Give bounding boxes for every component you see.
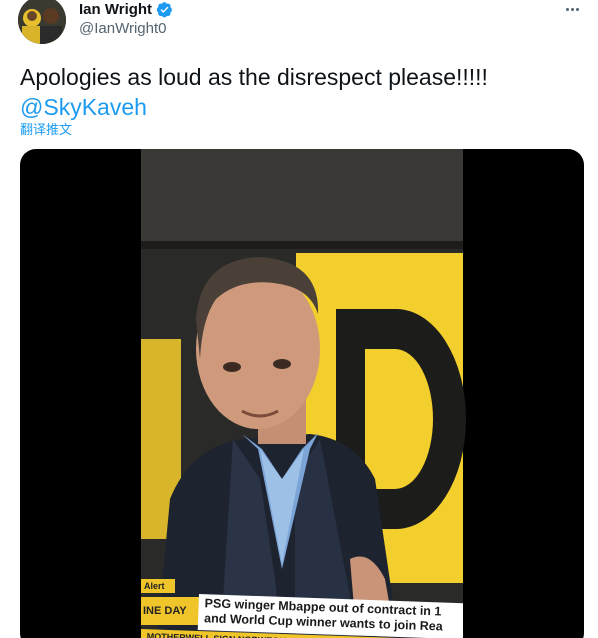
display-name-row: Ian Wright xyxy=(79,0,173,18)
mention-link[interactable]: @SkyKaveh xyxy=(20,92,488,122)
tweet-text: Apologies as loud as the disrespect plea… xyxy=(20,62,488,122)
author-block: Ian Wright @IanWright0 xyxy=(79,0,173,37)
video-frame-image xyxy=(141,149,466,638)
more-options-icon[interactable] xyxy=(560,0,584,18)
author-handle[interactable]: @IanWright0 xyxy=(79,20,173,37)
news-ticker: Alert INE DAY PSG winger Mbappe out of c… xyxy=(141,579,463,638)
author-avatar[interactable] xyxy=(18,0,66,44)
translate-tweet-link[interactable]: 翻译推文 xyxy=(20,119,72,138)
alert-tag: Alert xyxy=(141,579,175,593)
tweet-body: Apologies as loud as the disrespect plea… xyxy=(20,64,488,90)
display-name[interactable]: Ian Wright xyxy=(79,1,152,18)
show-tag: INE DAY xyxy=(141,597,199,625)
avatar-image xyxy=(18,0,66,44)
tweet-video[interactable]: Alert INE DAY PSG winger Mbappe out of c… xyxy=(20,149,584,638)
verified-badge-icon xyxy=(156,1,172,17)
